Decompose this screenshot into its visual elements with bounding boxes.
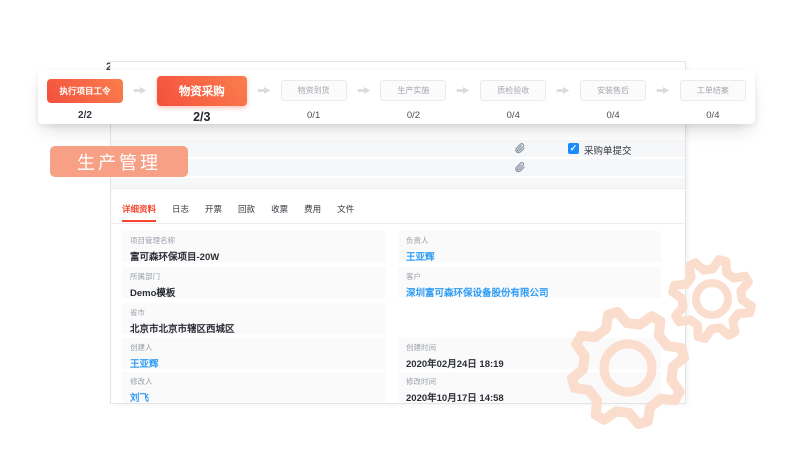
step-count: 0/1 bbox=[307, 110, 320, 121]
field-label: 修改时间 bbox=[406, 376, 653, 387]
step-button[interactable]: 工单结案 bbox=[680, 80, 746, 101]
step-button[interactable]: 执行项目工令 bbox=[47, 79, 123, 103]
step-installation-aftersales: 安装售后 0/4 bbox=[580, 72, 646, 121]
step-execute-work-order: 执行项目工令 2/2 bbox=[47, 72, 123, 121]
field-value: 2020年10月17日 14:58 bbox=[406, 390, 653, 404]
step-quality-acceptance: 质检验收 0/4 bbox=[480, 72, 546, 121]
field-modified-at: 修改时间 2020年10月17日 14:58 bbox=[398, 372, 661, 403]
step-button[interactable]: 质检验收 bbox=[480, 80, 546, 101]
step-button[interactable]: 生产实施 bbox=[380, 80, 446, 101]
arrow-right-icon bbox=[556, 72, 570, 109]
tab-bar-divider bbox=[111, 223, 685, 224]
tab-expenses[interactable]: 费用 bbox=[304, 203, 321, 222]
step-count: 0/4 bbox=[507, 110, 520, 121]
production-management-badge: 生产管理 bbox=[50, 146, 188, 177]
tab-invoicing[interactable]: 开票 bbox=[205, 203, 222, 222]
arrow-right-icon bbox=[456, 72, 470, 109]
tab-files[interactable]: 文件 bbox=[337, 203, 354, 222]
field-department: 所属部门 Demo模板 bbox=[122, 267, 386, 298]
field-label: 客户 bbox=[406, 271, 653, 282]
field-value: 富可森环保项目-20W bbox=[130, 249, 378, 263]
step-work-order-closure: 工单结案 0/4 bbox=[680, 72, 746, 121]
step-button[interactable]: 物资采购 bbox=[157, 76, 247, 106]
step-button[interactable]: 安装售后 bbox=[580, 80, 646, 101]
step-count: 2/2 bbox=[78, 110, 92, 121]
attachment-row bbox=[111, 159, 685, 176]
checkbox-label: 采购单提交 bbox=[584, 143, 632, 157]
customer-link[interactable]: 深圳富可森环保设备股份有限公司 bbox=[406, 285, 653, 299]
step-count: 0/2 bbox=[407, 110, 420, 121]
field-label: 项目管理名称 bbox=[130, 235, 378, 246]
arrow-right-icon bbox=[257, 72, 271, 109]
field-province-city: 省市 北京市北京市辖区西城区 bbox=[122, 303, 386, 334]
gear-hole bbox=[696, 283, 728, 315]
field-label: 所属部门 bbox=[130, 271, 378, 282]
modifier-link[interactable]: 刘飞 bbox=[130, 390, 378, 404]
attachment-row: ✓ 采购单提交 bbox=[111, 140, 685, 157]
field-value: Demo模板 bbox=[130, 285, 378, 299]
step-count: 0/4 bbox=[706, 110, 719, 121]
arrow-right-icon bbox=[133, 72, 147, 109]
tab-bar: 详细资料 日志 开票 回款 收票 费用 文件 bbox=[122, 203, 354, 222]
field-label: 创建时间 bbox=[406, 342, 653, 353]
field-label: 修改人 bbox=[130, 376, 378, 387]
workflow-stepper: 执行项目工令 2/2 物资采购 2/3 物资到货 0/1 生产实施 0/2 质检… bbox=[38, 70, 755, 124]
owner-link[interactable]: 王亚辉 bbox=[406, 249, 653, 263]
creator-link[interactable]: 王亚辉 bbox=[130, 356, 378, 370]
field-creator: 创建人 王亚辉 bbox=[122, 338, 386, 369]
section-divider bbox=[111, 188, 685, 189]
step-count: 0/4 bbox=[606, 110, 619, 121]
tab-logs[interactable]: 日志 bbox=[172, 203, 189, 222]
tab-receipts[interactable]: 收票 bbox=[271, 203, 288, 222]
field-customer: 客户 深圳富可森环保设备股份有限公司 bbox=[398, 267, 661, 298]
page: 2/3 ✓ 采购单提交 详细资料 日志 开票 回款 bbox=[0, 0, 792, 459]
field-label: 创建人 bbox=[130, 342, 378, 353]
tab-details[interactable]: 详细资料 bbox=[122, 203, 156, 222]
step-count: 2/3 bbox=[193, 110, 210, 124]
row-band bbox=[111, 178, 685, 188]
step-production-implementation: 生产实施 0/2 bbox=[380, 72, 446, 121]
step-material-arrival: 物资到货 0/1 bbox=[281, 72, 347, 121]
step-button[interactable]: 物资到货 bbox=[281, 80, 347, 101]
paperclip-icon[interactable] bbox=[514, 161, 526, 173]
field-created-at: 创建时间 2020年02月24日 18:19 bbox=[398, 338, 661, 369]
paperclip-icon[interactable] bbox=[514, 142, 526, 154]
purchase-order-checkbox[interactable]: ✓ bbox=[568, 143, 579, 154]
field-project-name: 项目管理名称 富可森环保项目-20W bbox=[122, 231, 386, 262]
step-material-procurement: 物资采购 2/3 bbox=[157, 72, 247, 124]
arrow-right-icon bbox=[656, 72, 670, 109]
field-modifier: 修改人 刘飞 bbox=[122, 372, 386, 403]
tab-payment-collection[interactable]: 回款 bbox=[238, 203, 255, 222]
field-owner: 负责人 王亚辉 bbox=[398, 231, 661, 262]
field-value: 北京市北京市辖区西城区 bbox=[130, 321, 378, 335]
arrow-right-icon bbox=[357, 72, 371, 109]
field-value: 2020年02月24日 18:19 bbox=[406, 356, 653, 370]
field-label: 负责人 bbox=[406, 235, 653, 246]
field-label: 省市 bbox=[130, 307, 378, 318]
